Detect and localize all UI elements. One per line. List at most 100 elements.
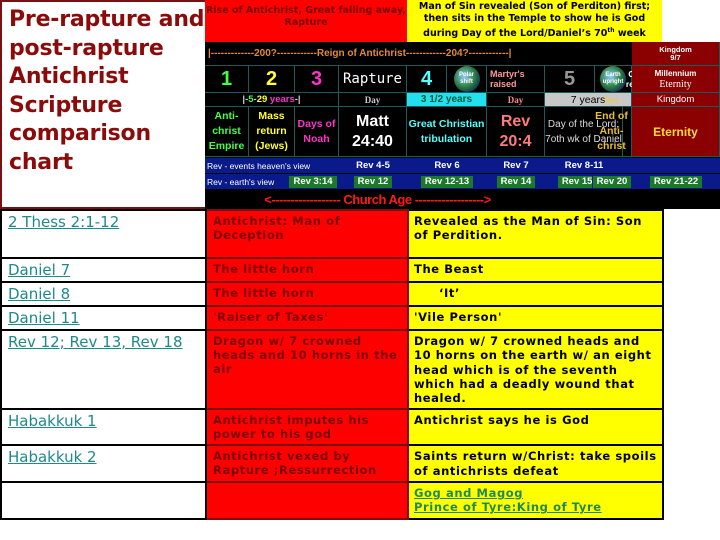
scripture-ref-cell: Rev 12; Rev 13, Rev 18: [0, 328, 207, 411]
post-rapture-link[interactable]: Gog and Magog: [414, 486, 523, 500]
pre-rapture-cell: Antichrist vexed by Rapture ;Ressurrecti…: [205, 444, 409, 484]
table-row: Daniel 7 The little horn The Beast: [0, 257, 664, 283]
rev-ref-text: Rev 12-13: [420, 175, 474, 188]
page-title: Pre-rapture and post-rapture Antichrist …: [0, 0, 205, 209]
antichrist-empire: Anti-christ Empire: [205, 107, 249, 157]
post-rapture-cell: Revealed as the Man of Sin: Son of Perdi…: [407, 209, 664, 259]
stage-2: 2: [249, 66, 295, 93]
eternity-small: Eternity: [659, 79, 692, 90]
scripture-ref-cell: 2 Thess 2:1-12: [0, 209, 207, 259]
rev-ref: Rev 14: [487, 175, 545, 188]
kingdom-cell: Kingdom 9/7: [632, 42, 720, 66]
header-line: week: [614, 28, 646, 40]
pre-rapture-cell: The little horn: [205, 257, 409, 283]
post-rapture-cell: The Beast: [407, 257, 664, 283]
kingdom-2: Kingdom: [632, 93, 720, 107]
stage-4: 4: [407, 66, 447, 93]
header-line: during Day of the Lord/Daniel’s 70: [423, 28, 608, 40]
millennium-label: Millennium: [654, 69, 697, 78]
scripture-ref-cell: Daniel 7: [0, 257, 207, 283]
day-2: Day: [487, 93, 545, 107]
day-3: Day: [592, 93, 632, 107]
scripture-link[interactable]: Habakkuk 1: [8, 412, 97, 430]
table-row: Gog and Magog Prince of Tyre:King of Tyre: [0, 481, 664, 520]
table-row: Habakkuk 2 Antichrist vexed by Rapture ;R…: [0, 444, 664, 484]
rev-ref-text: Rev 21-22: [649, 175, 703, 188]
table-row: Rev 12; Rev 13, Rev 18 Dragon w/ 7 crowne…: [0, 328, 664, 411]
scripture-ref-cell: [0, 481, 207, 520]
pre-rapture-cell: [205, 481, 409, 520]
rev-ref: Rev 4-5: [356, 160, 390, 171]
post-rapture-cell: Dragon w/ 7 crowned heads and 10 horns o…: [407, 328, 664, 411]
rev-ref: Rev 6: [434, 160, 460, 171]
pre-rapture-cell: Antichrist: Man of Deception: [205, 209, 409, 259]
eternity-cell: Eternity: [632, 107, 720, 157]
days-of-noah: Days of Noah: [295, 107, 339, 157]
scripture-ref-cell: Habakkuk 2: [0, 444, 207, 484]
mass-return: Mass return (Jews): [249, 107, 295, 157]
stage-3: 3: [295, 66, 339, 93]
scripture-link[interactable]: Daniel 11: [8, 309, 80, 327]
table-row: 2 Thess 2:1-12 Antichrist: Man of Decepti…: [0, 209, 664, 259]
scripture-link[interactable]: Daniel 7: [8, 261, 70, 279]
pre-rapture-cell: The little horn: [205, 281, 409, 307]
scripture-link[interactable]: Rev 12; Rev 13, Rev 18: [8, 333, 183, 351]
rapture-label: Rapture: [339, 66, 407, 93]
comparison-table: 2 Thess 2:1-12 Antichrist: Man of Decepti…: [0, 209, 664, 520]
pre-rapture-cell: Dragon w/ 7 crowned heads and 10 horns i…: [205, 328, 409, 411]
rev-ref-text: Rev 12: [353, 175, 393, 188]
church-age: <------------------ Church Age ---------…: [264, 191, 491, 207]
rev-ref: Rev 7: [503, 160, 529, 171]
post-rapture-cell: Gog and Magog Prince of Tyre:King of Tyre: [407, 481, 664, 520]
rev-ref: Rev 21-22: [632, 175, 720, 188]
post-rapture-cell: 'Vile Person': [407, 305, 664, 331]
scripture-link[interactable]: Daniel 8: [8, 285, 70, 303]
post-rapture-cell: Saints return w/Christ: take spoils of a…: [407, 444, 664, 484]
rev-ref: Rev 20: [592, 175, 632, 188]
post-rapture-header: Man of Sin revealed (Son of Perditon) fi…: [407, 0, 662, 42]
years-5: 5: [248, 94, 254, 105]
great-tribulation: Great Christian tribulation: [407, 107, 487, 157]
heaven-view-label: Rev - events heaven's view: [207, 160, 311, 171]
globe-icon: Polar shift: [453, 66, 480, 92]
rev-ref-text: Rev 14: [496, 175, 536, 188]
day-1: Day: [339, 93, 407, 107]
pre-rapture-cell: Antichrist imputes his power to his god: [205, 408, 409, 447]
years-29: 29: [256, 94, 268, 105]
martyrs-raised: Martyr's raised: [487, 66, 545, 93]
scripture-ref-cell: Daniel 8: [0, 281, 207, 307]
three-half-years: 3 1/2 years: [407, 93, 487, 107]
post-rapture-cell: ‘It’: [407, 281, 664, 307]
scripture-ref-cell: Daniel 11: [0, 305, 207, 331]
end-of-antichrist: End of Anti-christ: [592, 107, 632, 157]
post-rapture-cell: Antichrist says he is God: [407, 408, 664, 447]
millennium-cell: Millennium Eternity: [632, 66, 720, 93]
table-row: Daniel 8 The little horn ‘It’: [0, 281, 664, 307]
stage-5: 5: [545, 66, 595, 93]
scripture-link[interactable]: 2 Thess 2:1-12: [8, 213, 119, 231]
rev-ref-text: Rev 3:14: [289, 175, 337, 188]
matt-24-40: Matt 24:40: [339, 107, 407, 157]
earth-view-label: Rev - earth's view: [207, 176, 275, 187]
timeline-bar: |-------------200?------------Reign of A…: [205, 42, 632, 66]
scripture-link[interactable]: Habakkuk 2: [8, 448, 97, 466]
header-line: then sits in the Temple to show he is Go…: [423, 13, 646, 24]
rev-20-4: Rev 20:4: [487, 107, 545, 157]
stage-1: 1: [205, 66, 249, 93]
pre-rapture-cell: 'Raiser of Taxes': [205, 305, 409, 331]
polar-shift-cell: Polar shift: [447, 66, 487, 93]
header-line: Man of Sin revealed (Son of Perditon) fi…: [418, 1, 651, 12]
rev-ref: Rev 12-13: [407, 175, 487, 188]
timeline-graphic: |-------------200?------------Reign of A…: [205, 42, 720, 209]
scripture-ref-cell: Habakkuk 1: [0, 408, 207, 447]
header-sup: th: [607, 27, 615, 34]
pre-rapture-header: Rise of Antichrist, Great falling away, …: [205, 0, 407, 42]
kingdom-sub: 9/7: [670, 52, 681, 62]
years-span: |- 5-29 years -|: [205, 93, 339, 107]
rev-ref: Rev 12: [339, 175, 407, 188]
table-row: Habakkuk 1 Antichrist imputes his power t…: [0, 408, 664, 447]
rev-ref: Rev 8-11: [564, 160, 604, 171]
table-row: Daniel 11 'Raiser of Taxes' 'Vile Person': [0, 305, 664, 331]
post-rapture-link[interactable]: Prince of Tyre:King of Tyre: [414, 500, 602, 514]
rev-ref: Rev 3:14: [289, 175, 337, 188]
